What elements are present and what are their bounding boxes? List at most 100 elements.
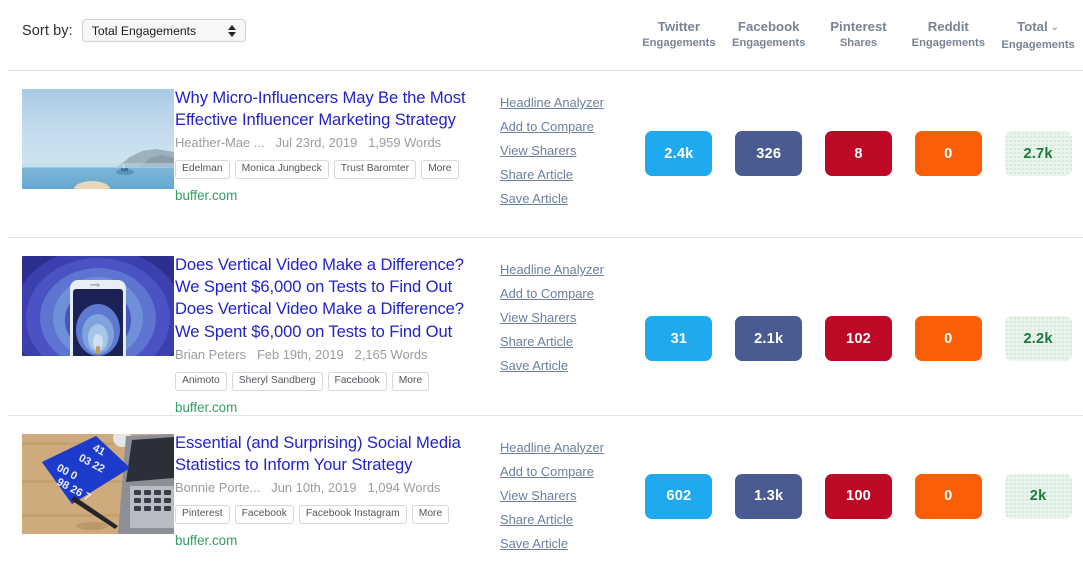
metric-total-chip: 2.7k bbox=[1004, 131, 1072, 176]
metric-facebook: 1.3k bbox=[724, 473, 814, 519]
article-tag[interactable]: Trust Baromter bbox=[333, 160, 417, 180]
metric-facebook-chip: 326 bbox=[735, 131, 803, 176]
column-header-facebook-subtitle: Engagements bbox=[732, 37, 806, 49]
article-tag[interactable]: Animoto bbox=[175, 371, 227, 391]
headline-analyzer-link[interactable]: Headline Analyzer bbox=[500, 91, 634, 115]
share-article-link[interactable]: Share Article bbox=[500, 508, 634, 532]
view-sharers-link[interactable]: View Sharers bbox=[500, 139, 634, 163]
column-header-total[interactable]: Total ⌄ Engagements bbox=[993, 18, 1083, 53]
article-title[interactable]: Why Micro-Influencers May Be the Most Ef… bbox=[175, 87, 486, 131]
sort-by-select[interactable]: Total Engagements bbox=[81, 19, 246, 42]
share-article-link[interactable]: Share Article bbox=[500, 163, 634, 187]
metric-total: 2.7k bbox=[993, 131, 1083, 176]
article-metrics: 31 2.1k 102 0 2.2k bbox=[634, 256, 1083, 415]
metric-twitter-chip: 602 bbox=[645, 473, 713, 519]
article-date: Feb 19th, 2019 bbox=[256, 346, 344, 362]
metric-pinterest: 100 bbox=[814, 473, 904, 519]
article-domain[interactable]: buffer.com bbox=[175, 400, 486, 415]
metric-twitter-chip: 31 bbox=[645, 316, 713, 361]
article-author: Brian Peters bbox=[175, 346, 246, 362]
article-title[interactable]: Does Vertical Video Make a Difference? W… bbox=[175, 254, 486, 343]
metric-twitter: 602 bbox=[634, 473, 724, 519]
article-domain[interactable]: buffer.com bbox=[175, 188, 486, 203]
metric-reddit: 0 bbox=[903, 131, 993, 176]
column-header-pinterest-subtitle: Shares bbox=[839, 37, 878, 49]
headline-analyzer-link[interactable]: Headline Analyzer bbox=[500, 436, 634, 460]
iphone-blue-arches-photo[interactable] bbox=[22, 256, 174, 356]
article-tags: Edelman Monica Jungbeck Trust Baromter M… bbox=[175, 160, 486, 180]
article-word-count: 1,094 Words bbox=[367, 480, 441, 496]
chevron-down-icon[interactable]: ⌄ bbox=[1051, 19, 1059, 36]
metric-total: 2.2k bbox=[993, 316, 1083, 361]
article-word-count: 2,165 Words bbox=[354, 346, 428, 362]
article-word-count: 1,959 Words bbox=[368, 135, 442, 151]
add-to-compare-link[interactable]: Add to Compare bbox=[500, 282, 634, 306]
beach-coastline-photo[interactable] bbox=[22, 89, 174, 189]
article-domain[interactable]: buffer.com bbox=[175, 533, 486, 548]
column-header-twitter[interactable]: Twitter Engagements bbox=[634, 18, 724, 53]
metric-facebook: 326 bbox=[724, 131, 814, 176]
article-tag-more[interactable]: More bbox=[421, 160, 459, 180]
article-tag[interactable]: Sheryl Sandberg bbox=[231, 371, 323, 391]
table-row[interactable]: Why Micro-Influencers May Be the Most Ef… bbox=[0, 71, 1083, 237]
metric-pinterest-chip: 102 bbox=[824, 316, 892, 361]
save-article-link[interactable]: Save Article bbox=[500, 187, 634, 211]
article-tag[interactable]: Edelman bbox=[175, 160, 230, 180]
column-header-facebook-title: Facebook bbox=[737, 19, 800, 34]
column-header-total-title: Total bbox=[1017, 19, 1048, 34]
column-header-twitter-title: Twitter bbox=[657, 19, 701, 34]
article-tag-more[interactable]: More bbox=[391, 371, 430, 391]
article-tag[interactable]: Facebook bbox=[234, 505, 294, 525]
article-tag[interactable]: Facebook bbox=[327, 371, 387, 391]
metric-facebook: 2.1k bbox=[724, 316, 814, 361]
sort-by-label: Sort by: bbox=[22, 22, 73, 39]
metric-pinterest-chip: 100 bbox=[824, 473, 892, 519]
article-tags: Pinterest Facebook Facebook Instagram Mo… bbox=[175, 505, 486, 525]
save-article-link[interactable]: Save Article bbox=[500, 532, 634, 556]
metric-total-chip: 2k bbox=[1004, 473, 1072, 519]
article-meta: Brian Peters Feb 19th, 2019 2,165 Words bbox=[175, 347, 486, 362]
metric-reddit: 0 bbox=[903, 316, 993, 361]
sort-stepper-icon bbox=[227, 24, 236, 37]
view-sharers-link[interactable]: View Sharers bbox=[500, 306, 634, 330]
article-thumbnail-cell: 41 03 22 00 0 98 26 7 bbox=[0, 433, 175, 573]
column-header-pinterest[interactable]: Pinterest Shares bbox=[814, 18, 904, 53]
column-header-facebook[interactable]: Facebook Engagements bbox=[724, 18, 814, 53]
metric-pinterest: 102 bbox=[814, 316, 904, 361]
article-tag[interactable]: Monica Jungbeck bbox=[234, 160, 329, 180]
metric-twitter: 2.4k bbox=[634, 131, 724, 176]
article-tag-more[interactable]: More bbox=[411, 505, 450, 525]
sort-by-selected-value: Total Engagements bbox=[91, 23, 197, 38]
article-info-cell: Why Micro-Influencers May Be the Most Ef… bbox=[175, 87, 500, 237]
add-to-compare-link[interactable]: Add to Compare bbox=[500, 115, 634, 139]
share-article-link[interactable]: Share Article bbox=[500, 330, 634, 354]
headline-analyzer-link[interactable]: Headline Analyzer bbox=[500, 258, 634, 282]
metric-reddit-chip: 0 bbox=[914, 473, 982, 519]
article-tag[interactable]: Facebook Instagram bbox=[298, 505, 407, 525]
article-meta: Bonnie Porte... Jun 10th, 2019 1,094 Wor… bbox=[175, 480, 486, 495]
article-actions: Headline Analyzer Add to Compare View Sh… bbox=[500, 434, 634, 573]
article-tag[interactable]: Pinterest bbox=[175, 505, 230, 525]
column-header-reddit-subtitle: Engagements bbox=[911, 37, 985, 49]
column-header-reddit[interactable]: Reddit Engagements bbox=[903, 18, 993, 53]
article-tags: Animoto Sheryl Sandberg Facebook More bbox=[175, 371, 486, 391]
table-row[interactable]: Does Vertical Video Make a Difference? W… bbox=[0, 238, 1083, 415]
save-article-link[interactable]: Save Article bbox=[500, 354, 634, 378]
table-row[interactable]: 41 03 22 00 0 98 26 7 Essential (and Sur… bbox=[0, 416, 1083, 573]
blue-notebook-desk-photo[interactable]: 41 03 22 00 0 98 26 7 bbox=[22, 433, 174, 534]
article-actions: Headline Analyzer Add to Compare View Sh… bbox=[500, 256, 634, 415]
column-header-twitter-subtitle: Engagements bbox=[642, 37, 716, 49]
article-title[interactable]: Essential (and Surprising) Social Media … bbox=[175, 432, 486, 476]
article-thumbnail-cell bbox=[0, 89, 175, 237]
sort-by-control: Sort by: Total Engagements bbox=[22, 19, 246, 42]
article-date: Jul 23rd, 2019 bbox=[275, 135, 358, 151]
metric-pinterest-chip: 8 bbox=[824, 131, 892, 176]
column-header-pinterest-title: Pinterest bbox=[830, 19, 887, 34]
metric-facebook-chip: 2.1k bbox=[735, 316, 803, 361]
metric-pinterest: 8 bbox=[814, 131, 904, 176]
article-thumbnail-cell bbox=[0, 256, 175, 415]
metric-total: 2k bbox=[993, 473, 1083, 519]
metric-reddit: 0 bbox=[903, 473, 993, 519]
add-to-compare-link[interactable]: Add to Compare bbox=[500, 460, 634, 484]
view-sharers-link[interactable]: View Sharers bbox=[500, 484, 634, 508]
